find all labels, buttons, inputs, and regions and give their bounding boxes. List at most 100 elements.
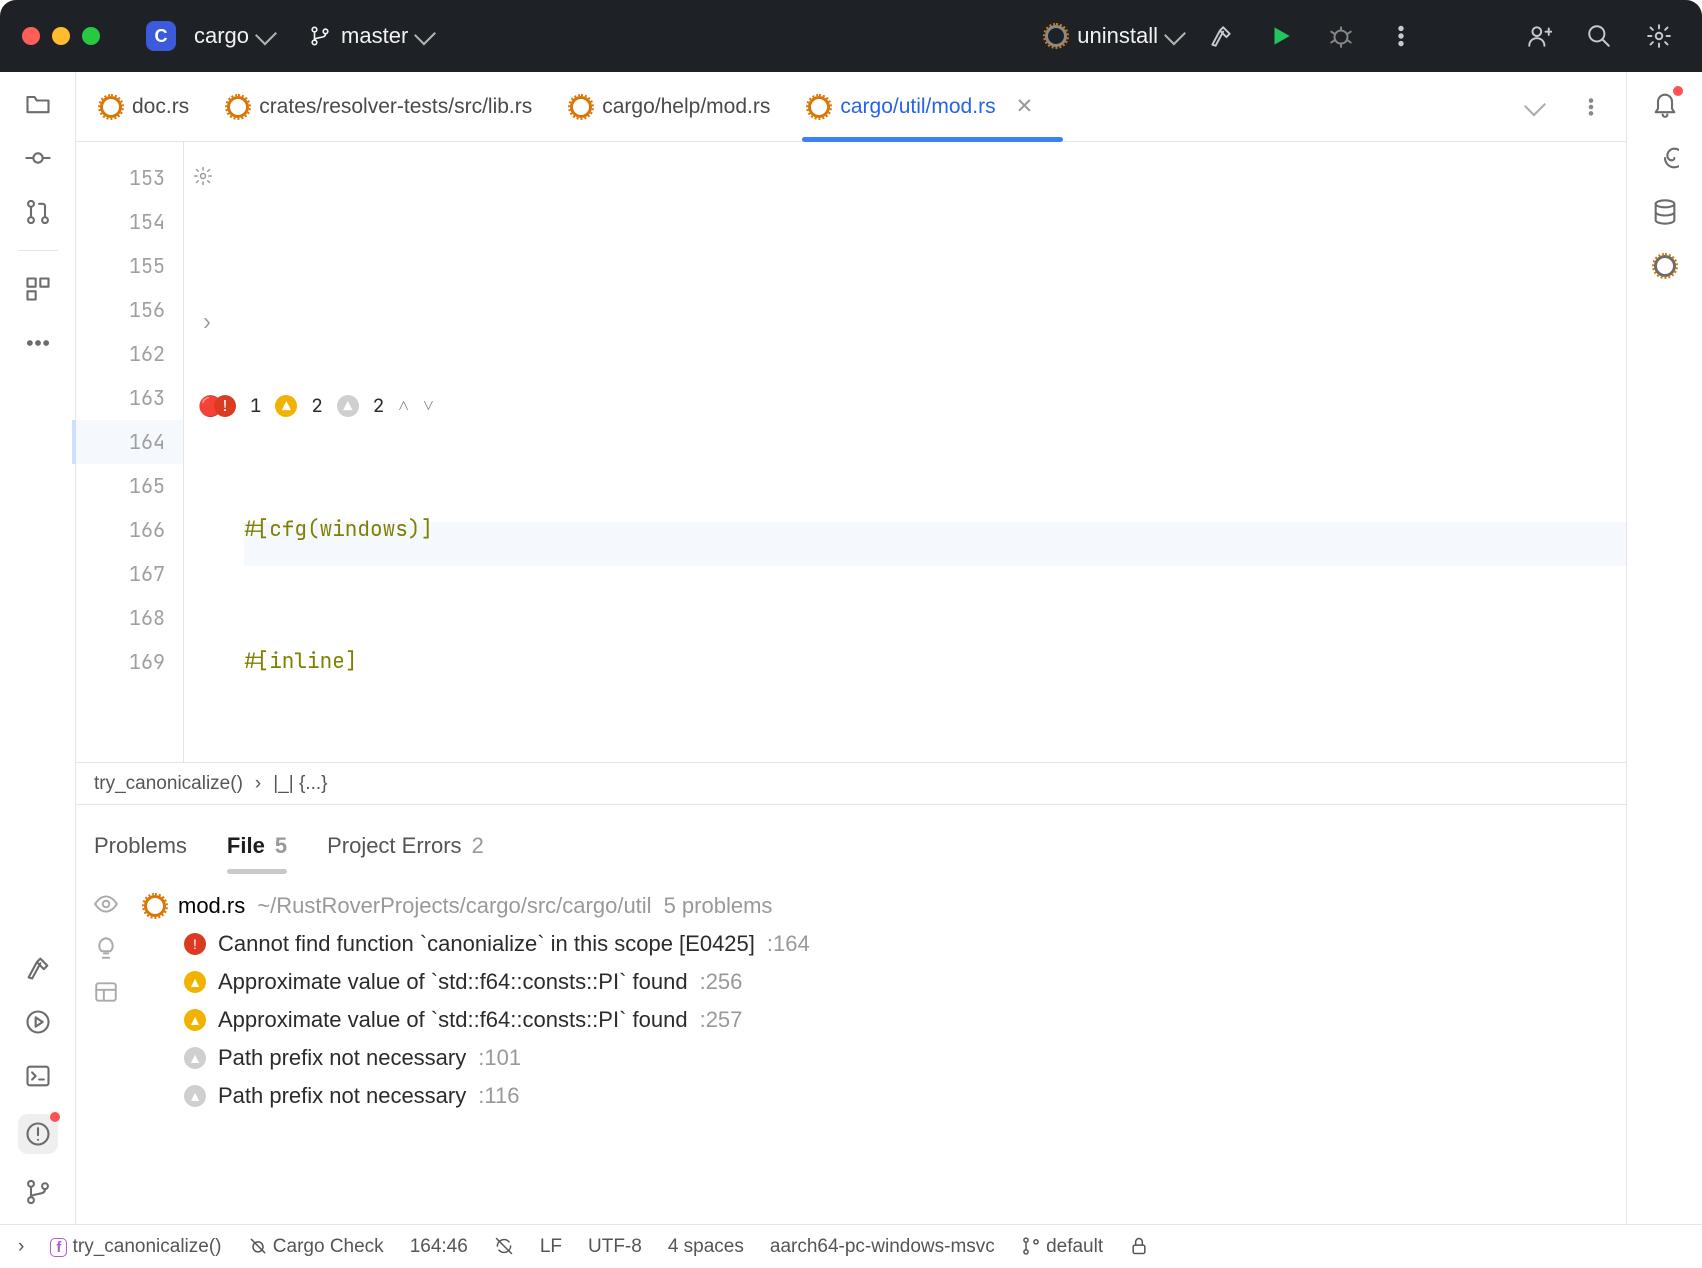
rust-icon	[100, 96, 122, 118]
build-tool-button[interactable]	[22, 952, 54, 984]
chevron-down-icon[interactable]	[1528, 100, 1542, 114]
project-selector[interactable]: cargo	[194, 23, 273, 49]
editor-tab[interactable]: doc.rs	[100, 72, 189, 141]
status-indent[interactable]: 4 spaces	[668, 1236, 744, 1258]
line-number[interactable]: 154	[76, 200, 183, 244]
right-tool-rail	[1626, 72, 1702, 1224]
commit-tool-button[interactable]	[22, 142, 54, 174]
problem-item[interactable]: ▲Path prefix not necessary:116	[136, 1077, 1626, 1115]
bulb-icon[interactable]	[93, 935, 119, 961]
status-lock[interactable]	[1129, 1236, 1149, 1258]
problem-item[interactable]: !Cannot find function `canonialize` in t…	[136, 925, 1626, 963]
project-tool-button[interactable]	[22, 88, 54, 120]
weak-warning-count: 2	[373, 384, 384, 428]
rust-icon	[144, 895, 166, 917]
close-window-icon[interactable]	[22, 27, 40, 45]
search-everywhere-button[interactable]	[1578, 15, 1620, 57]
search-icon	[1586, 23, 1612, 49]
cargo-tool-button[interactable]	[1649, 250, 1681, 282]
run-config-selector[interactable]: uninstall	[1045, 23, 1182, 49]
chevron-right-icon[interactable]: ›	[18, 1236, 24, 1258]
project-badge[interactable]: C	[146, 21, 176, 51]
sync-off-icon	[494, 1236, 514, 1256]
problem-line: :164	[767, 931, 810, 957]
line-number[interactable]: 156›	[76, 288, 183, 332]
status-toolchain[interactable]: default	[1021, 1236, 1103, 1258]
line-number[interactable]: 162	[76, 332, 183, 376]
run-tool-button[interactable]	[22, 1006, 54, 1038]
problem-line: :257	[700, 1007, 743, 1033]
close-tab-icon[interactable]: ✕	[1016, 94, 1034, 119]
git-branch-icon	[1021, 1236, 1041, 1256]
pull-request-icon	[24, 198, 52, 226]
vcs-tool-button[interactable]	[22, 1176, 54, 1208]
breadcrumb-item[interactable]: try_canonicalize()	[94, 773, 243, 795]
rust-icon	[227, 96, 249, 118]
problems-file-header[interactable]: mod.rs ~/RustRoverProjects/cargo/src/car…	[136, 887, 1626, 925]
warning-icon: ▲	[184, 1009, 206, 1031]
editor-tab-active[interactable]: cargo/util/mod.rs✕	[808, 72, 1033, 141]
line-number[interactable]: 167	[76, 552, 183, 596]
line-number[interactable]: 165	[76, 464, 183, 508]
structure-tool-button[interactable]	[22, 273, 54, 305]
problems-tab-project[interactable]: Project Errors2	[327, 833, 484, 873]
line-number[interactable]: 163🔴	[76, 376, 183, 420]
next-highlight-icon[interactable]: ˅	[423, 384, 434, 428]
line-number[interactable]: 168	[76, 596, 183, 640]
layout-icon[interactable]	[93, 979, 119, 1005]
status-encoding[interactable]: UTF-8	[588, 1236, 642, 1258]
terminal-tool-button[interactable]	[22, 1060, 54, 1092]
problem-item[interactable]: ▲Approximate value of `std::f64::consts:…	[136, 963, 1626, 1001]
line-number[interactable]: 164	[72, 420, 183, 464]
status-no-sync[interactable]	[494, 1236, 514, 1258]
problem-item[interactable]: ▲Approximate value of `std::f64::consts:…	[136, 1001, 1626, 1039]
editor-tab[interactable]: crates/resolver-tests/src/lib.rs	[227, 72, 532, 141]
chevron-down-icon	[418, 29, 432, 43]
more-actions-button[interactable]	[1380, 15, 1422, 57]
problems-tabs: Problems File5 Project Errors2	[76, 805, 1626, 873]
window-controls	[22, 27, 100, 45]
status-line-sep[interactable]: LF	[540, 1236, 562, 1258]
minimize-window-icon[interactable]	[52, 27, 70, 45]
breadcrumbs[interactable]: try_canonicalize() › |_| {...}	[76, 762, 1626, 804]
editor-tab[interactable]: cargo/help/mod.rs	[570, 72, 770, 141]
status-cargo-check[interactable]: Cargo Check	[248, 1236, 384, 1258]
problems-tab-problems[interactable]: Problems	[94, 833, 187, 873]
problems-list: mod.rs ~/RustRoverProjects/cargo/src/car…	[136, 873, 1626, 1224]
warning-circle-icon	[24, 1120, 52, 1148]
code-with-me-button[interactable]	[1518, 15, 1560, 57]
pull-requests-tool-button[interactable]	[22, 196, 54, 228]
line-number[interactable]: 169	[76, 640, 183, 684]
debug-button[interactable]	[1320, 15, 1362, 57]
maximize-window-icon[interactable]	[82, 27, 100, 45]
status-cursor-position[interactable]: 164:46	[410, 1236, 468, 1258]
line-number[interactable]: 166	[76, 508, 183, 552]
more-vertical-icon[interactable]	[1580, 96, 1602, 118]
rust-icon	[1654, 255, 1676, 277]
status-function[interactable]: try_canonicalize()	[73, 1236, 222, 1257]
warning-icon: ▲	[275, 395, 297, 417]
run-button[interactable]	[1260, 15, 1302, 57]
line-number[interactable]: 153	[76, 156, 183, 200]
prev-highlight-icon[interactable]: ˄	[398, 384, 409, 428]
problem-message: Cannot find function `canonialize` in th…	[218, 931, 755, 957]
eye-icon[interactable]	[93, 891, 119, 917]
ai-assistant-button[interactable]	[1649, 142, 1681, 174]
inspection-widget[interactable]: !1 ▲2 ▲2 ˄ ˅	[214, 384, 1596, 428]
build-button[interactable]	[1200, 15, 1242, 57]
problems-tab-file[interactable]: File5	[227, 833, 287, 873]
line-number[interactable]: 155	[76, 244, 183, 288]
problem-item[interactable]: ▲Path prefix not necessary:101	[136, 1039, 1626, 1077]
chevron-right-icon: ›	[255, 773, 261, 795]
error-icon: !	[214, 395, 236, 417]
branch-selector[interactable]: master	[309, 23, 432, 49]
problems-toolbar	[76, 873, 136, 1224]
database-tool-button[interactable]	[1649, 196, 1681, 228]
breadcrumb-item[interactable]: |_| {...}	[273, 773, 327, 795]
status-target[interactable]: aarch64-pc-windows-msvc	[770, 1236, 995, 1258]
code-area[interactable]: !1 ▲2 ▲2 ˄ ˅ #[cfg(windows)] #[inline] p…	[184, 142, 1626, 762]
problems-tool-button[interactable]	[18, 1114, 58, 1154]
settings-button[interactable]	[1638, 15, 1680, 57]
notifications-button[interactable]	[1649, 88, 1681, 120]
more-tools-button[interactable]	[22, 327, 54, 359]
